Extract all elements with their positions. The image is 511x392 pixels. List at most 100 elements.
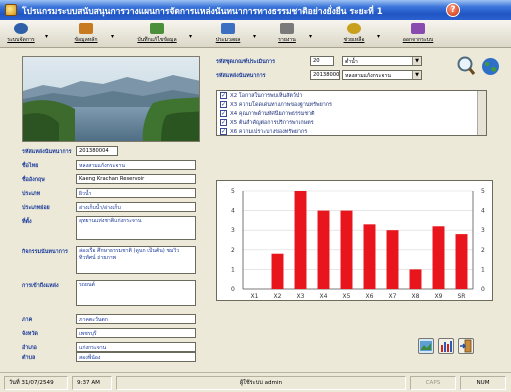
x-tick-label: SR xyxy=(458,293,466,300)
bar xyxy=(294,191,307,289)
x-tick-label: X5 xyxy=(343,293,351,300)
form-label-activities: กิจกรรมนันทนาการ xyxy=(22,249,68,255)
form-label-english-name: ชื่ออังกฤษ xyxy=(22,177,45,183)
region-input[interactable]: ภาคตะวันตก xyxy=(76,314,196,324)
criteria-set-label: รหัสชุดเกณฑ์ประเมินการ xyxy=(216,59,275,65)
toolbar-label: บันทึกแก้ไขข้อมูล xyxy=(137,37,177,43)
y-tick-label-left: 3 xyxy=(231,227,235,234)
gear-icon xyxy=(14,23,28,34)
access-input[interactable]: รถยนต์ xyxy=(76,280,196,306)
chevron-down-icon[interactable]: ▾ xyxy=(111,33,114,40)
type-input[interactable]: ผิวน้ำ xyxy=(76,188,196,198)
exit-icon xyxy=(411,23,425,34)
form-label-region: ภาค xyxy=(22,317,33,323)
app-icon xyxy=(5,4,17,16)
y-tick-label-right: 3 xyxy=(481,227,485,234)
form-label-access: การเข้าถึงแหล่ง xyxy=(22,283,59,289)
title-bar[interactable]: โปรแกรมระบบสนับสนุนการวางแผนการจัดการแหล… xyxy=(0,0,511,20)
criteria-set-select[interactable]: ต่ำน้ำ ▼ xyxy=(342,56,422,66)
bar xyxy=(455,234,468,289)
criteria-set-code-field[interactable]: 20 xyxy=(310,56,334,66)
province-input[interactable]: เพชรบุรี xyxy=(76,328,196,338)
form-label-subdistrict: ตำบล xyxy=(22,355,36,361)
checklist-item[interactable]: ✓ X5 ต้นสำคัญต่อการปริการพาเกษตร xyxy=(217,118,486,127)
chevron-down-icon[interactable]: ▾ xyxy=(377,33,380,40)
search-button[interactable] xyxy=(456,55,476,77)
site-code-label: รหัสแหล่งนันทนาการ xyxy=(216,73,266,79)
checklist-item[interactable]: ✓ X6 ความเปราะบางของทรัพยากร xyxy=(217,127,486,135)
y-tick-label-right: 0 xyxy=(481,286,485,293)
site-code-field[interactable]: 201380004 xyxy=(310,70,340,80)
x-tick-label: X2 xyxy=(274,293,282,300)
y-tick-label-right: 5 xyxy=(481,188,485,195)
magnifier-icon xyxy=(457,56,476,75)
site-code-input[interactable]: 201380004 xyxy=(76,146,118,156)
checklist-item[interactable]: ✓ X3 ความโดดเด่นทางภาพของฐานทรัพยากร xyxy=(217,100,486,109)
toolbar-record-edit[interactable]: บันทึกแก้ไขข้อมูล ▾ xyxy=(132,21,192,47)
y-tick-label-right: 4 xyxy=(481,208,485,215)
checklist-scrollbar[interactable] xyxy=(477,91,486,135)
checkbox[interactable]: ✓ xyxy=(220,101,227,108)
checkbox[interactable]: ✓ xyxy=(220,92,227,99)
help-icon xyxy=(347,23,361,34)
checklist-item[interactable]: ✓ X4 คุณภาพด้านทัศนียภาพธรรมชาติ xyxy=(217,109,486,118)
checkbox[interactable]: ✓ xyxy=(220,128,227,135)
chevron-down-icon[interactable]: ▾ xyxy=(189,33,192,40)
bar xyxy=(432,226,445,289)
form-label-thai-name: ชื่อไทย xyxy=(22,163,39,169)
x-tick-label: X6 xyxy=(366,293,374,300)
status-user: ผู้ใช้ระบบ admin xyxy=(116,376,406,390)
site-select[interactable]: หลงสามแก้งกระจาน ▼ xyxy=(342,70,422,80)
toolbar-logout[interactable]: ออกจากระบบ xyxy=(398,21,438,47)
english-name-input[interactable]: Kaeng Krachan Reservoir xyxy=(76,174,196,184)
bar xyxy=(340,210,353,289)
chevron-down-icon[interactable]: ▾ xyxy=(45,33,48,40)
chevron-down-icon[interactable]: ▼ xyxy=(412,57,421,65)
x-tick-label: X9 xyxy=(435,293,443,300)
toolbar-report[interactable]: รายงาน ▾ xyxy=(272,21,312,47)
bar-chart: 0 0 1 1 2 2 3 3 4 4 5 5 X1 X2 X3 X4 X5 X6 X7 X8 X9 SR xyxy=(231,188,485,300)
bar-chart-icon xyxy=(441,341,452,352)
subdistrict-input[interactable]: สองพี่น้อง xyxy=(76,352,196,362)
chevron-down-icon[interactable]: ▾ xyxy=(253,33,256,40)
bar xyxy=(409,269,422,289)
globe-icon xyxy=(482,58,499,75)
chevron-down-icon[interactable]: ▼ xyxy=(412,71,421,79)
toolbar-process[interactable]: ประมวลผล ▾ xyxy=(210,21,256,47)
checklist-item[interactable]: ✓ X2 โอกาสในการพบเห็นสัตว์ป่า xyxy=(217,91,486,100)
checkbox[interactable]: ✓ xyxy=(220,110,227,117)
toolbar-label: ระบบจัดการ xyxy=(7,37,35,43)
exit-form-button[interactable] xyxy=(458,338,474,354)
bar xyxy=(363,224,376,289)
district-input[interactable]: แก่งกระจาน xyxy=(76,342,196,352)
door-exit-icon xyxy=(460,339,472,353)
toolbar-system-manage[interactable]: ระบบจัดการ ▾ xyxy=(4,21,48,47)
map-view-button[interactable] xyxy=(418,338,434,354)
toolbar-label: ข้อมูลหลัก xyxy=(74,37,98,43)
toolbar-help[interactable]: ช่วยเหลือ ▾ xyxy=(338,21,380,47)
activities-input[interactable]: ล่องเรือ ศึกษาธรรมชาติ (ดูนก เป็นต้น) ชม… xyxy=(76,246,196,274)
checklist-item-label: X2 โอกาสในการพบเห็นสัตว์ป่า xyxy=(230,93,303,99)
database-icon xyxy=(79,23,93,34)
x-tick-label: X4 xyxy=(320,293,328,300)
x-tick-label: X7 xyxy=(389,293,397,300)
globe-button[interactable] xyxy=(481,57,500,76)
location-input[interactable]: อุทยานแห่งชาติแก่งกระจาน xyxy=(76,216,196,240)
form-label-province: จังหวัด xyxy=(22,331,38,337)
toolbar-master-data[interactable]: ข้อมูลหลัก ▾ xyxy=(68,21,114,47)
status-time: 9:37 AM xyxy=(72,376,112,390)
help-button[interactable]: ? xyxy=(446,3,460,17)
criteria-checklist: ✓ X2 โอกาสในการพบเห็นสัตว์ป่า ✓ X3 ความโ… xyxy=(216,90,487,136)
checkbox[interactable]: ✓ xyxy=(220,119,227,126)
reservoir-image xyxy=(23,57,199,141)
report-icon xyxy=(280,23,294,34)
thai-name-input[interactable]: หลงสามแก้งกระจาน xyxy=(76,160,196,170)
score-chart: 0 0 1 1 2 2 3 3 4 4 5 5 X1 X2 X3 X4 X5 X6 X7 X8 X9 SR xyxy=(216,180,493,301)
form-label-location: ที่ตั้ง xyxy=(22,219,32,225)
chevron-down-icon[interactable]: ▾ xyxy=(309,33,312,40)
subtype-input[interactable]: อ่างเก็บน้ำ/อ่างเก็บ xyxy=(76,202,196,212)
form-label-type: ประเภท xyxy=(22,191,41,197)
status-caps: CAPS xyxy=(410,376,456,390)
chart-view-button[interactable] xyxy=(438,338,454,354)
status-num: NUM xyxy=(460,376,506,390)
